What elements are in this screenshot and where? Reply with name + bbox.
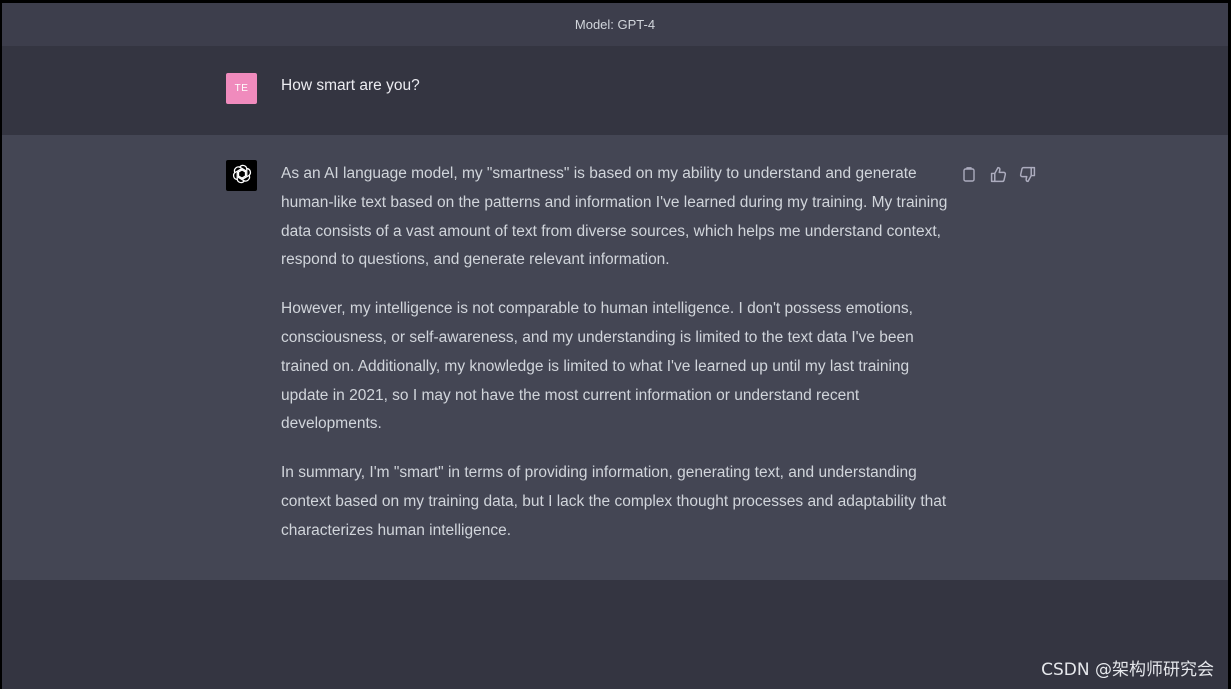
assistant-paragraph: However, my intelligence is not comparab… [281, 300, 914, 433]
message-actions [960, 165, 1036, 183]
user-message-row: TE How smart are you? [2, 46, 1228, 135]
assistant-paragraph: In summary, I'm "smart" in terms of prov… [281, 464, 947, 539]
thumbs-up-icon[interactable] [989, 165, 1007, 183]
user-avatar: TE [226, 73, 257, 104]
watermark: CSDN @架构师研究会 [1041, 660, 1214, 680]
assistant-message-text: As an AI language model, my "smartness" … [281, 160, 951, 546]
user-avatar-initials: TE [234, 83, 249, 94]
assistant-paragraph: As an AI language model, my "smartness" … [281, 165, 948, 269]
thumbs-down-icon[interactable] [1018, 165, 1036, 183]
assistant-avatar [226, 160, 257, 191]
model-label: Model: GPT-4 [574, 17, 656, 32]
copy-icon[interactable] [960, 165, 978, 183]
chat-window: Model: GPT-4 TE How smart are you? As an… [2, 3, 1228, 689]
openai-logo-icon [231, 163, 253, 189]
assistant-message-row: As an AI language model, my "smartness" … [2, 135, 1228, 580]
model-bar: Model: GPT-4 [2, 3, 1228, 46]
user-message-text: How smart are you? [281, 77, 420, 94]
